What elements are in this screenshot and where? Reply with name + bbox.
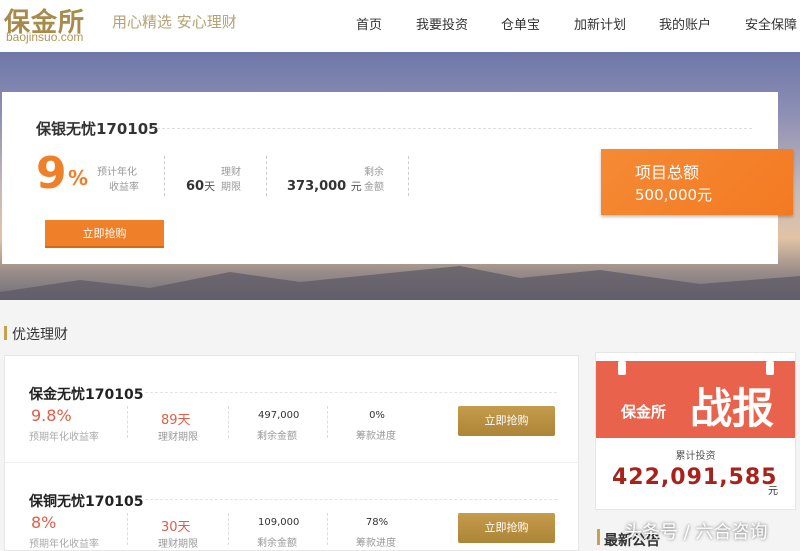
site-header: 保金所 baojinsuo.com 用心精选 安心理财 首页 我要投资 仓单宝 … [0,0,800,52]
product-progress: 78% [365,517,389,528]
main-nav: 首页 我要投资 仓单宝 加新计划 我的账户 安全保障 [0,14,800,34]
calendar-ring [766,361,774,375]
product-progress-label: 筹款进度 [356,538,396,549]
featured-rate: 9 [36,148,67,199]
divider [127,513,128,545]
product-progress-label: 筹款进度 [356,431,396,442]
product-days-label: 理财期限 [158,432,198,443]
product-amount: 109,000 [258,517,300,528]
product-rate-label: 预期年化收益率 [29,539,99,550]
nav-plan[interactable]: 加新计划 [574,14,626,33]
nav-invest[interactable]: 我要投资 [416,14,468,33]
product-days: 30天 [161,520,191,535]
nav-warehouse[interactable]: 仓单宝 [501,14,540,33]
nav-security[interactable]: 安全保障 [745,14,797,33]
nav-account[interactable]: 我的账户 [659,14,711,33]
total-value: 500,000元 [635,186,713,204]
product-amount: 497,000 [258,410,300,421]
report-label: 累计投资 [675,451,716,462]
calendar-ring [618,361,626,375]
divider [164,156,165,196]
report-title: 战报 [690,384,775,433]
dotted-divider [152,128,752,129]
report-logo: 保金所 [621,403,667,421]
section-title: 优选理财 [12,327,68,343]
product-rate-label: 预期年化收益率 [29,432,99,443]
dotted-divider [145,499,557,500]
product-rate: 9.8% [31,406,72,425]
product-name[interactable]: 保金无忧170105 [29,384,143,404]
featured-buy-button[interactable]: 立即抢购 [45,220,164,248]
product-list: 保金无忧170105 9.8% 预期年化收益率 89天 理财期限 497,000… [4,355,580,551]
report-banner: 保金所 战报 [596,361,795,438]
total-label: 项目总额 [635,163,700,182]
featured-term-label: 理财 期限 [221,167,241,193]
divider [266,156,267,196]
notice-accent-bar [597,529,600,545]
divider [327,406,328,438]
divider [327,513,328,545]
divider [127,406,128,438]
product-row: 保铜无忧170105 8% 预期年化收益率 30天 理财期限 109,000 剩… [5,463,580,551]
product-amount-label: 剩余金额 [257,431,297,442]
nav-home[interactable]: 首页 [356,14,382,33]
product-rate: 8% [31,513,57,532]
featured-rate-label: 预计年化 收益率 [97,167,139,193]
featured-term: 60天 [186,179,216,194]
product-row: 保金无忧170105 9.8% 预期年化收益率 89天 理财期限 497,000… [5,356,580,463]
dotted-divider [145,392,557,393]
watermark: 头条号 / 六合咨询 [624,522,768,543]
divider [228,513,229,545]
divider [408,156,409,196]
buy-button[interactable]: 立即抢购 [458,406,555,436]
divider [228,406,229,438]
featured-remaining-label: 剩余 金额 [364,167,384,193]
featured-remaining: 373,000 元 [287,179,362,194]
featured-rate-unit: % [68,166,89,190]
report-value: 422,091,585 [612,465,778,490]
product-days: 89天 [161,413,191,428]
featured-title: 保银无忧170105 [36,120,159,138]
investment-report-card: 保金所 战报 累计投资 422,091,585 元 [595,352,796,510]
product-name[interactable]: 保铜无忧170105 [29,491,143,511]
report-unit: 元 [768,486,778,497]
project-total-box: 项目总额 500,000元 [601,149,793,215]
product-progress: 0% [369,410,385,421]
buy-button[interactable]: 立即抢购 [458,513,555,543]
product-amount-label: 剩余金额 [257,538,297,549]
section-accent-bar [4,326,7,340]
product-days-label: 理财期限 [158,539,198,550]
